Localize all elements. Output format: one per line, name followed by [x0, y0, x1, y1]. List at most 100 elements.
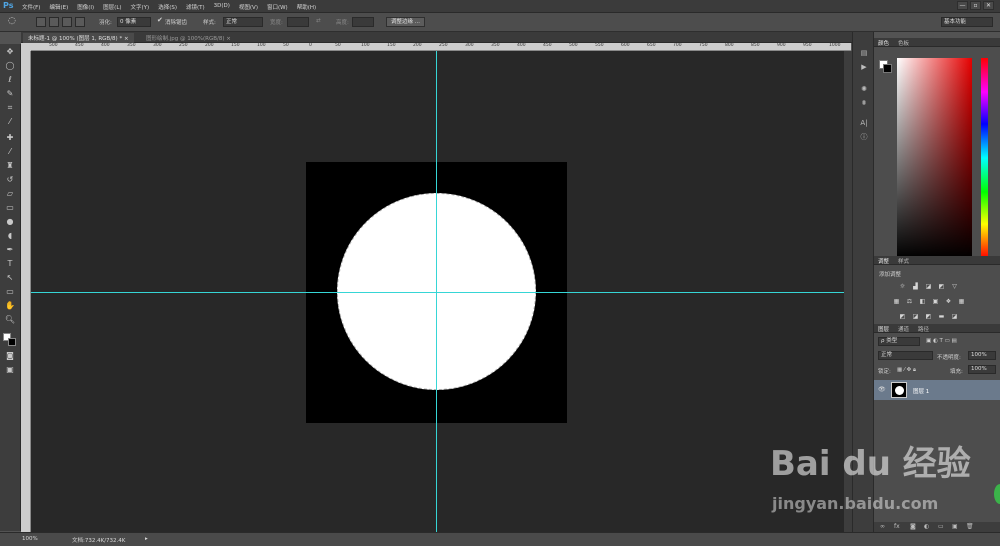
horizontal-guide[interactable]: [31, 292, 844, 293]
posterize-icon[interactable]: ◪: [911, 313, 920, 321]
floating-badge[interactable]: [994, 484, 1000, 504]
move-tool-icon[interactable]: ✥: [4, 46, 16, 57]
menu-edit[interactable]: 编辑(E): [49, 3, 68, 11]
swap-icon[interactable]: ⇄: [316, 18, 321, 24]
black-white-icon[interactable]: ◧: [918, 298, 927, 306]
lock-icons[interactable]: ▦ ⁄ ✥ 🔒︎: [897, 367, 916, 374]
color-spectrum[interactable]: [897, 58, 972, 258]
layer-row[interactable]: 👁︎ 图层 1: [874, 380, 1000, 400]
brush-tool-icon[interactable]: ⁄: [4, 146, 16, 157]
menu-3d[interactable]: 3D(D): [214, 3, 230, 11]
zoom-tool-icon[interactable]: 🔍︎: [4, 314, 16, 325]
quick-selection-tool-icon[interactable]: ✎: [4, 88, 16, 99]
tab-color[interactable]: 颜色: [878, 39, 889, 47]
height-input[interactable]: [352, 17, 374, 27]
eraser-tool-icon[interactable]: ▱: [4, 188, 16, 199]
lasso-tool-icon[interactable]: ℓ: [4, 74, 16, 85]
path-selection-tool-icon[interactable]: ↖: [4, 272, 16, 283]
quick-mask-icon[interactable]: ◙: [4, 350, 16, 361]
tab-adjustments[interactable]: 调整: [878, 257, 889, 265]
healing-brush-tool-icon[interactable]: ✚: [4, 132, 16, 143]
vibrance-icon[interactable]: ▽: [950, 283, 959, 291]
add-selection-icon[interactable]: [49, 17, 59, 27]
filter-icons[interactable]: ▣ ◐ T ▭ ▤: [926, 338, 957, 344]
maximize-button[interactable]: ▫: [970, 1, 981, 10]
horizontal-ruler[interactable]: 500 450 400 350 300 250 200 150 100 50 0 50 100 150 20…: [31, 43, 851, 51]
fill-input[interactable]: 100%: [968, 365, 996, 374]
menu-image[interactable]: 图像(I): [77, 3, 94, 11]
pen-tool-icon[interactable]: ✒: [4, 244, 16, 255]
tab-paths[interactable]: 路径: [918, 325, 929, 333]
exposure-icon[interactable]: ◩: [937, 283, 946, 291]
screen-mode-icon[interactable]: ▣: [4, 364, 16, 375]
hue-slider[interactable]: [981, 58, 988, 258]
refine-edge-button[interactable]: 调整边缘 ...: [386, 17, 425, 27]
crop-tool-icon[interactable]: ⌗: [4, 102, 16, 113]
layer-kind-filter[interactable]: ρ 类型: [878, 337, 920, 346]
opacity-input[interactable]: 100%: [968, 351, 996, 360]
menu-filter[interactable]: 滤镜(T): [186, 3, 205, 11]
gradient-tool-icon[interactable]: ▭: [4, 202, 16, 213]
hand-tool-icon[interactable]: ✋: [4, 300, 16, 311]
color-balance-icon[interactable]: ⚖: [905, 298, 914, 306]
status-arrow-icon[interactable]: ▸: [145, 536, 148, 542]
blur-tool-icon[interactable]: ●: [4, 216, 16, 227]
width-input[interactable]: [287, 17, 309, 27]
hue-saturation-icon[interactable]: ▦: [892, 298, 901, 306]
menu-help[interactable]: 帮助(H): [297, 3, 316, 11]
info-icon[interactable]: ⓘ: [858, 132, 870, 142]
style-select[interactable]: 正常: [223, 17, 263, 27]
tab-swatches[interactable]: 色板: [898, 39, 909, 47]
brush-settings-icon[interactable]: ✺: [858, 84, 870, 94]
close-button[interactable]: ✕: [983, 1, 994, 10]
menu-layer[interactable]: 图层(L): [103, 3, 121, 11]
tab-layers[interactable]: 图层: [878, 325, 889, 333]
menu-file[interactable]: 文件(F): [22, 3, 40, 11]
clone-stamp-tool-icon[interactable]: ♜: [4, 160, 16, 171]
character-icon[interactable]: A|: [858, 118, 870, 128]
history-icon[interactable]: ▤: [858, 48, 870, 58]
feather-input[interactable]: 0 像素: [117, 17, 151, 27]
tab-untitled-1[interactable]: 未标题-1 @ 100% (图层 1, RGB/8) * ×: [23, 33, 134, 43]
elliptical-marquee-tool-icon[interactable]: ◯: [4, 60, 16, 71]
color-lookup-icon[interactable]: ▦: [957, 298, 966, 306]
gradient-map-icon[interactable]: ◪: [950, 313, 959, 321]
dodge-tool-icon[interactable]: ◖: [4, 230, 16, 241]
brightness-icon[interactable]: ☼: [898, 283, 907, 291]
actions-play-icon[interactable]: ▶: [858, 62, 870, 72]
workspace-select[interactable]: 基本功能: [941, 17, 993, 27]
selective-color-icon[interactable]: ▬: [937, 313, 946, 321]
vertical-ruler[interactable]: [21, 51, 31, 532]
minimize-button[interactable]: —: [957, 1, 968, 10]
history-brush-tool-icon[interactable]: ↺: [4, 174, 16, 185]
tab-shape-drawing[interactable]: 图形绘制.jpg @ 100%(RGB/8) ×: [141, 33, 236, 43]
threshold-icon[interactable]: ◩: [924, 313, 933, 321]
menu-select[interactable]: 选择(S): [158, 3, 177, 11]
menu-window[interactable]: 窗口(W): [267, 3, 288, 11]
panel-background-swatch[interactable]: [883, 64, 892, 73]
tab-channels[interactable]: 通道: [898, 325, 909, 333]
new-selection-icon[interactable]: [36, 17, 46, 27]
photo-filter-icon[interactable]: ▣: [931, 298, 940, 306]
eyedropper-tool-icon[interactable]: ⁄: [4, 116, 16, 127]
visibility-eye-icon[interactable]: 👁︎: [878, 386, 886, 393]
ruler-tick-label: 750: [699, 43, 708, 48]
intersect-selection-icon[interactable]: [75, 17, 85, 27]
layer-name[interactable]: 图层 1: [913, 387, 929, 395]
levels-icon[interactable]: ▟: [911, 283, 920, 291]
channel-mixer-icon[interactable]: ❖: [944, 298, 953, 306]
background-color-swatch[interactable]: [8, 338, 16, 346]
tab-styles[interactable]: 样式: [898, 257, 909, 265]
rectangle-tool-icon[interactable]: ▭: [4, 286, 16, 297]
subtract-selection-icon[interactable]: [62, 17, 72, 27]
menu-type[interactable]: 文字(Y): [131, 3, 150, 11]
menu-view[interactable]: 视图(V): [239, 3, 258, 11]
curves-icon[interactable]: ◪: [924, 283, 933, 291]
elliptical-marquee-icon[interactable]: ◌: [8, 16, 16, 26]
invert-icon[interactable]: ◩: [898, 313, 907, 321]
zoom-level[interactable]: 100%: [22, 536, 38, 542]
antialias-checkbox[interactable]: ✔: [157, 16, 163, 24]
blend-mode-select[interactable]: 正常: [878, 351, 933, 360]
type-tool-icon[interactable]: T: [4, 258, 16, 269]
brush-presets-icon[interactable]: ⩩: [858, 98, 870, 108]
